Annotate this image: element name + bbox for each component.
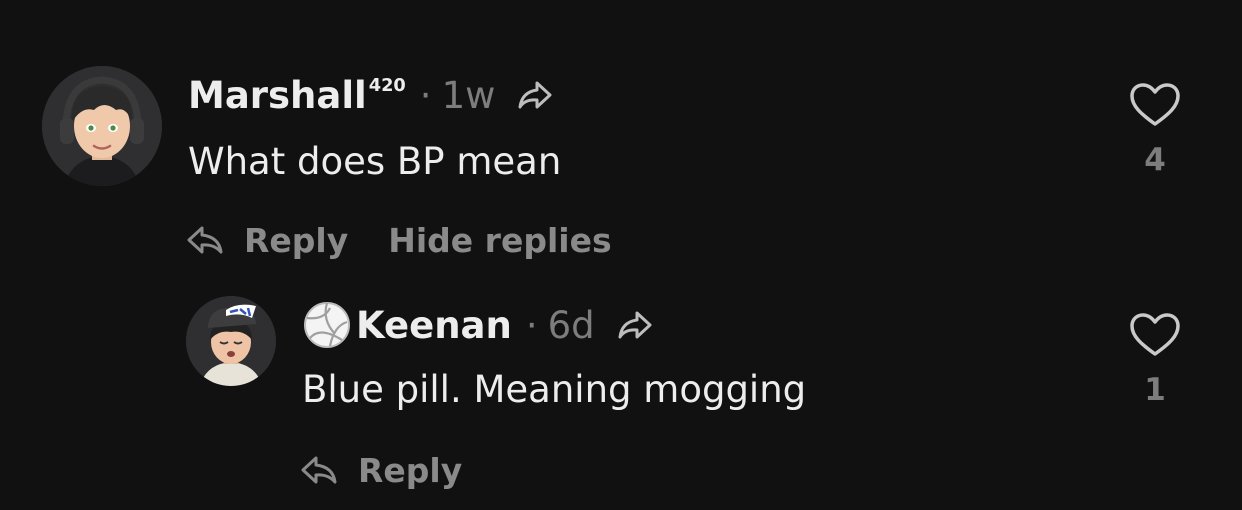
hide-replies-button[interactable]: Hide replies (388, 221, 611, 260)
reply-header: Keenan · 6d (302, 302, 653, 348)
heart-icon[interactable] (1129, 312, 1181, 358)
volleyball-icon (302, 300, 352, 350)
reply-text: Blue pill. Meaning mogging (302, 368, 807, 411)
comment-author[interactable]: Marshall 420 (188, 74, 406, 117)
reply-actions: Reply (300, 448, 462, 492)
heart-icon[interactable] (1129, 82, 1181, 128)
reply-arrow-icon[interactable] (186, 225, 224, 255)
avatar[interactable] (186, 296, 276, 386)
share-arrow-icon[interactable] (517, 80, 553, 110)
separator-dot: · (419, 73, 432, 117)
reply-button[interactable]: Reply (358, 451, 462, 490)
comment-header: Marshall 420 · 1w (188, 72, 553, 118)
like-count: 4 (1144, 142, 1166, 178)
like-control: 1 (1125, 312, 1185, 408)
comment-time: 1w (441, 73, 496, 117)
share-arrow-icon[interactable] (617, 310, 653, 340)
reply-author[interactable]: Keenan (356, 304, 512, 347)
like-count: 1 (1144, 372, 1166, 408)
reply-button[interactable]: Reply (244, 221, 348, 260)
author-name: Marshall (188, 73, 367, 117)
reply-arrow-icon[interactable] (300, 455, 338, 485)
avatar-image (42, 66, 162, 186)
avatar-image (186, 296, 276, 386)
separator-dot: · (525, 303, 538, 347)
author-suffix: 420 (368, 75, 406, 96)
comment-actions: Reply Hide replies (186, 218, 612, 262)
comment-text: What does BP mean (188, 140, 562, 183)
avatar[interactable] (42, 66, 162, 186)
like-control: 4 (1125, 82, 1185, 178)
reply-time: 6d (547, 303, 595, 347)
